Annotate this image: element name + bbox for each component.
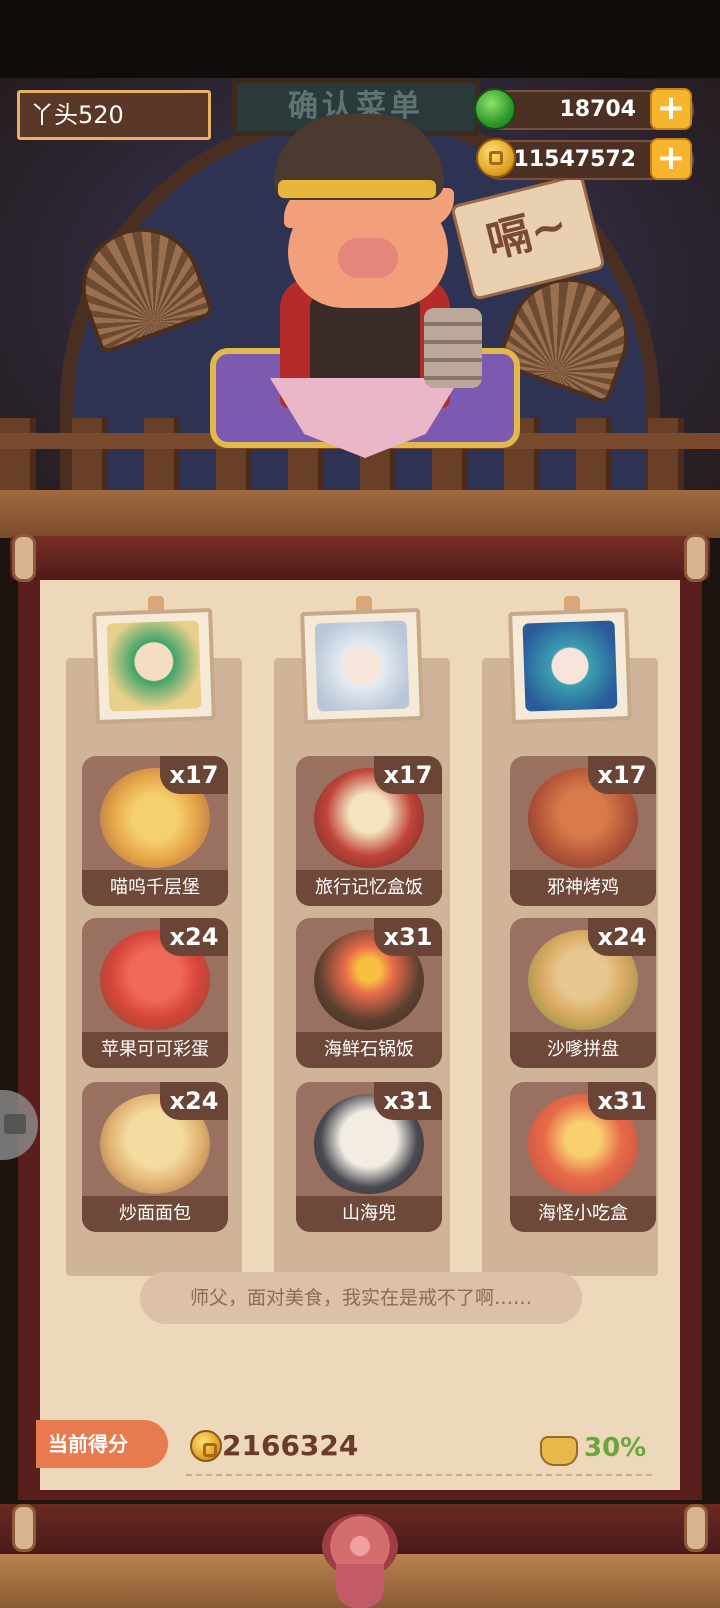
dish-quantity: x24 — [160, 918, 228, 956]
player-name: 丫头520 — [17, 90, 211, 140]
dish-name: 邪神烤鸡 — [510, 870, 656, 906]
guest-avatar-green — [106, 620, 202, 712]
dish-card[interactable]: x24 沙嗲拼盘 — [510, 918, 656, 1068]
dish-name: 山海兜 — [296, 1196, 442, 1232]
rod-cap-right — [684, 534, 708, 582]
rod-cap-left — [12, 534, 36, 582]
gem-icon — [474, 88, 516, 130]
coin-icon — [476, 138, 516, 178]
rod-cap-right — [684, 1504, 708, 1552]
guest-portrait-3[interactable] — [508, 607, 632, 725]
dish-card[interactable]: x31 海鲜石锅饭 — [296, 918, 442, 1068]
tassel-icon — [336, 1564, 384, 1608]
score-coin-icon — [190, 1430, 222, 1462]
status-bar — [0, 0, 720, 78]
dish-card[interactable]: x24 炒面面包 — [82, 1082, 228, 1232]
dish-quantity: x24 — [588, 918, 656, 956]
dish-name: 旅行记忆盒饭 — [296, 870, 442, 906]
dish-quantity: x17 — [160, 756, 228, 794]
dish-card[interactable]: x17 喵呜千层堡 — [82, 756, 228, 906]
pig-snout — [338, 238, 398, 278]
dish-card[interactable]: x17 旅行记忆盒饭 — [296, 756, 442, 906]
dish-quantity: x31 — [588, 1082, 656, 1120]
dish-name: 炒面面包 — [82, 1196, 228, 1232]
guest-avatar-white — [314, 620, 410, 712]
golden-headband — [278, 180, 436, 198]
rod-cap-left — [12, 1504, 36, 1552]
dish-card[interactable]: x24 苹果可可彩蛋 — [82, 918, 228, 1068]
guest-portrait-2[interactable] — [300, 607, 424, 725]
dish-quantity: x17 — [374, 756, 442, 794]
add-coins-button[interactable]: + — [650, 138, 692, 180]
top-scroll-rod — [10, 536, 710, 580]
dish-name: 海怪小吃盒 — [510, 1196, 656, 1232]
dish-name: 海鲜石锅饭 — [296, 1032, 442, 1068]
wood-shelf — [0, 490, 720, 538]
dish-name: 沙嗲拼盘 — [510, 1032, 656, 1068]
score-value: 2166324 — [222, 1429, 359, 1462]
guest-avatar-teal — [522, 620, 618, 712]
stacked-bowls-icon — [424, 308, 482, 388]
dish-quantity: x31 — [374, 918, 442, 956]
current-score-label: 当前得分 — [36, 1420, 168, 1468]
dish-quantity: x17 — [588, 756, 656, 794]
score-divider — [186, 1474, 652, 1476]
bonus-pot-icon — [540, 1436, 578, 1466]
dish-card[interactable]: x31 山海兜 — [296, 1082, 442, 1232]
dish-quantity: x31 — [374, 1082, 442, 1120]
bonus-percent: 30% — [584, 1433, 647, 1463]
dish-quantity: x24 — [160, 1082, 228, 1120]
add-gems-button[interactable]: + — [650, 88, 692, 130]
dish-card[interactable]: x31 海怪小吃盒 — [510, 1082, 656, 1232]
guest-portrait-1[interactable] — [92, 607, 216, 725]
dialogue-bubble: 师父，面对美食，我实在是戒不了啊…… — [140, 1272, 582, 1324]
dish-name: 喵呜千层堡 — [82, 870, 228, 906]
dish-card[interactable]: x17 邪神烤鸡 — [510, 756, 656, 906]
dish-name: 苹果可可彩蛋 — [82, 1032, 228, 1068]
